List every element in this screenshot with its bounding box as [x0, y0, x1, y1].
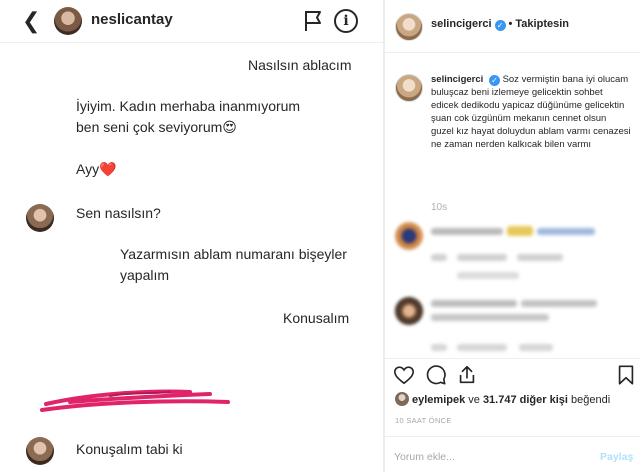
dm-header: ❮ neslicantay i	[0, 0, 383, 42]
avatar[interactable]	[395, 13, 423, 41]
message-sent: Yazarmısın ablam numaranı bişeyler yapal…	[120, 246, 347, 283]
blurred-avatar	[395, 222, 423, 250]
blurred-comment	[521, 300, 597, 307]
blurred-comment	[537, 228, 595, 235]
actions-divider	[385, 358, 640, 359]
dm-username[interactable]: neslicantay	[91, 11, 173, 28]
blurred-meta	[431, 254, 447, 261]
message-sent: Konusalım	[283, 310, 350, 326]
verified-badge-icon: ✓	[488, 75, 500, 86]
redaction-scribble	[40, 389, 230, 412]
comment-divider	[385, 436, 640, 437]
blurred-meta	[457, 344, 507, 351]
blurred-meta	[431, 344, 447, 351]
caption-username[interactable]: selincigerci	[431, 74, 483, 85]
sender-avatar	[26, 204, 54, 232]
blurred-meta	[457, 254, 507, 261]
dm-panel: ❮ neslicantay i Nasılsın ablacım İyiyim.…	[0, 0, 383, 472]
blurred-meta	[457, 272, 519, 279]
comment-input[interactable]: Yorum ekle...	[394, 451, 455, 463]
heart-icon[interactable]	[393, 364, 415, 386]
message-received: Konuşalım tabi ki	[76, 441, 183, 457]
separator-dot: •	[508, 18, 513, 30]
following-label[interactable]: Takiptesin	[515, 18, 569, 30]
likes-suffix: beğendi	[567, 394, 611, 406]
post-panel: selincigerci ✓ • Takiptesin selincigerci ✓ …	[385, 0, 640, 472]
post-username[interactable]: selincigerci	[431, 18, 492, 30]
comment-icon[interactable]	[425, 364, 447, 386]
share-icon[interactable]	[456, 364, 478, 386]
blurred-meta	[519, 344, 553, 351]
message-received: Ayy❤️	[76, 161, 117, 177]
avatar[interactable]	[54, 7, 82, 35]
bookmark-icon[interactable]	[615, 364, 637, 386]
message-received: Sen nasılsın?	[76, 205, 161, 221]
flag-icon[interactable]	[302, 9, 324, 33]
blurred-comment	[431, 314, 549, 321]
header-divider	[0, 42, 383, 43]
likes-summary: eylemipek ve 31.747 diğer kişi beğendi	[395, 392, 610, 406]
post-comment-button[interactable]: Paylaş	[600, 451, 633, 463]
blurred-emoji	[507, 226, 533, 236]
verified-badge-icon: ✓	[494, 20, 506, 31]
post-timestamp: 10 SAAT ÖNCE	[395, 416, 452, 425]
info-icon[interactable]: i	[334, 9, 358, 33]
header-divider	[385, 52, 640, 53]
back-arrow-icon[interactable]: ❮	[22, 8, 40, 34]
avatar[interactable]	[395, 74, 423, 102]
message-received: İyiyim. Kadın merhaba inanmıyorum ben se…	[76, 98, 301, 135]
liker-username[interactable]: eylemipek	[412, 394, 465, 406]
post-header: selincigerci ✓ • Takiptesin	[431, 18, 569, 31]
blurred-comment	[431, 300, 517, 307]
post-caption: selincigerci ✓ Soz vermiştin bana iyi ol…	[431, 73, 631, 151]
liker-avatar	[395, 392, 409, 406]
caption-timestamp: 10s	[431, 202, 448, 213]
blurred-avatar	[395, 297, 423, 325]
blurred-comment	[431, 228, 503, 235]
sender-avatar	[26, 437, 54, 465]
message-sent: Nasılsın ablacım	[248, 57, 352, 73]
blurred-meta	[517, 254, 563, 261]
likes-count[interactable]: 31.747 diğer kişi	[483, 394, 568, 406]
likes-connector: ve	[465, 394, 483, 406]
caption-text: Soz vermiştin bana iyi olucam buluşcaz b…	[431, 74, 631, 150]
